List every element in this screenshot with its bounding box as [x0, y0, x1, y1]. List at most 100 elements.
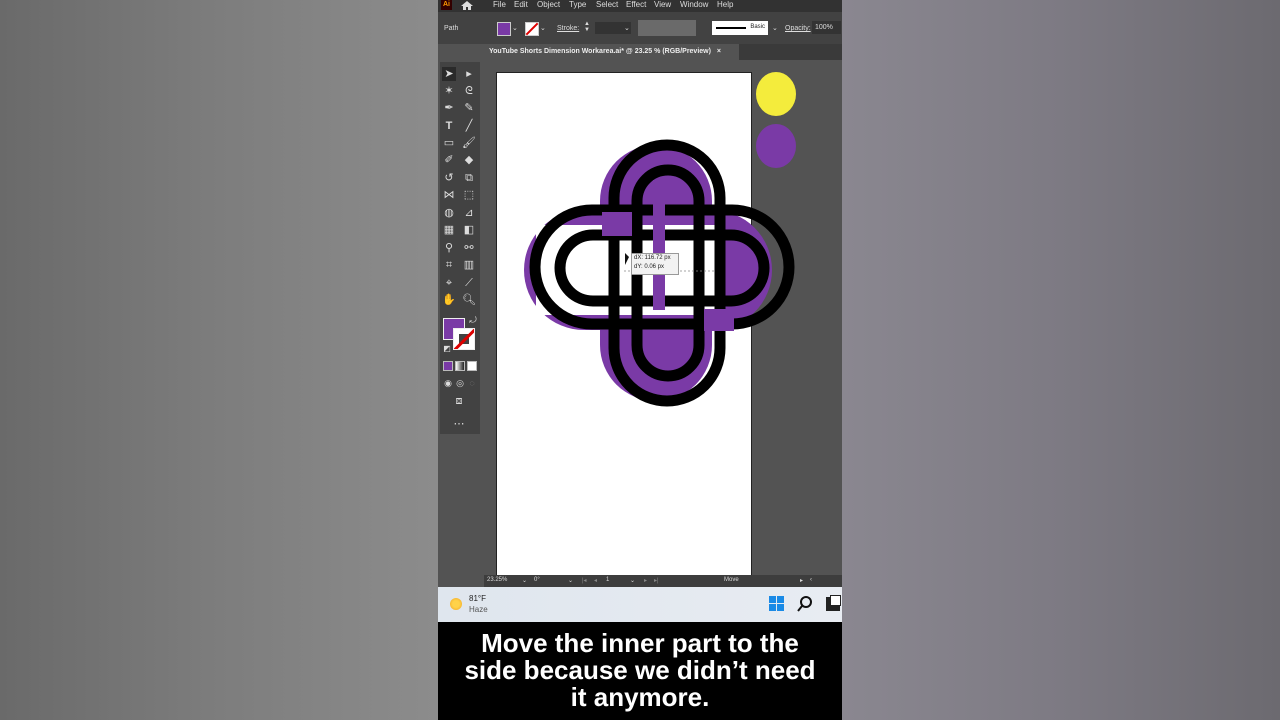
- opacity-label[interactable]: Opacity:: [785, 25, 811, 32]
- menu-select[interactable]: Select: [596, 0, 618, 10]
- menu-object[interactable]: Object: [537, 0, 560, 10]
- gradient-tool-icon[interactable]: ◧: [462, 223, 476, 237]
- home-icon[interactable]: [460, 0, 474, 11]
- menu-bar: Ai File Edit Object Type Select Effect V…: [438, 0, 842, 12]
- windows-start-icon[interactable]: [769, 596, 785, 612]
- rectangle-tool-icon[interactable]: ▭: [442, 136, 456, 150]
- shaper-tool-icon[interactable]: ✐: [442, 153, 456, 167]
- mesh-tool-icon[interactable]: ▦: [442, 223, 456, 237]
- first-artboard-icon[interactable]: |◂: [582, 577, 587, 584]
- illustrator-logo: Ai: [441, 0, 452, 10]
- menu-edit[interactable]: Edit: [514, 0, 528, 10]
- eraser-tool-icon[interactable]: ◆: [462, 153, 476, 167]
- pen-tool-icon[interactable]: ✒: [442, 101, 456, 115]
- menu-help[interactable]: Help: [717, 0, 733, 10]
- menu-effect[interactable]: Effect: [626, 0, 646, 10]
- artboard-tool-icon[interactable]: ⌖: [442, 276, 456, 290]
- menu-view[interactable]: View: [654, 0, 671, 10]
- draw-inside-icon[interactable]: ◌: [465, 376, 479, 390]
- document-tab[interactable]: YouTube Shorts Dimension Workarea.ai* @ …: [484, 44, 739, 60]
- tools-panel: ➤ ▸ ✶ ᘓ ✒ ✎ T ╱ ▭ 🖌 ✐ ◆ ↺ ⧉ ⋈ ⬚ ◍ ⊿ ▦ ◧ …: [438, 60, 484, 436]
- default-fill-stroke-icon[interactable]: ◩: [440, 342, 454, 356]
- selection-tool-icon[interactable]: ➤: [442, 67, 456, 81]
- chevron-down-icon[interactable]: ⌄: [772, 24, 778, 32]
- chevron-down-icon[interactable]: ⌄: [624, 24, 630, 32]
- rotate-tool-icon[interactable]: ↺: [442, 171, 456, 185]
- chevron-left-icon[interactable]: ‹: [810, 577, 812, 583]
- current-tool-label: Move: [724, 577, 739, 583]
- swap-fill-stroke-icon[interactable]: ⤾: [466, 313, 480, 327]
- caption-line-3: it anymore.: [570, 682, 710, 712]
- previous-artboard-icon[interactable]: ◂: [594, 577, 597, 584]
- line-segment-tool-icon[interactable]: ╱: [462, 119, 476, 133]
- gradient-mode-icon[interactable]: [455, 361, 465, 371]
- fill-color-swatch[interactable]: [497, 22, 511, 36]
- left-blurred-background: [0, 0, 438, 720]
- purple-strip-vertical[interactable]: [653, 180, 665, 310]
- opacity-field[interactable]: 100%: [812, 21, 841, 34]
- weather-condition[interactable]: Haze: [469, 605, 488, 614]
- chevron-down-icon[interactable]: ⌄: [540, 24, 546, 32]
- column-graph-tool-icon[interactable]: ▥: [462, 258, 476, 272]
- tooltip-dy: dY: 0.06 px: [634, 264, 665, 270]
- paintbrush-tool-icon[interactable]: 🖌: [462, 136, 476, 150]
- caption-line-2: side because we didn’t need: [464, 655, 816, 685]
- curvature-tool-icon[interactable]: ✎: [462, 101, 476, 115]
- scale-tool-icon[interactable]: ⧉: [462, 171, 476, 185]
- right-blurred-background: [842, 0, 1280, 720]
- chevron-down-icon[interactable]: ⌄: [568, 577, 573, 584]
- search-icon[interactable]: [797, 595, 813, 613]
- opacity-value: 100%: [815, 24, 833, 31]
- app-window: Ai File Edit Object Type Select Effect V…: [438, 0, 842, 720]
- color-mode-icon[interactable]: [443, 361, 453, 371]
- rotation-value[interactable]: 0°: [534, 577, 540, 583]
- stroke-color-swatch[interactable]: [525, 22, 539, 36]
- status-menu-icon[interactable]: ▸: [800, 577, 803, 584]
- chevron-down-icon[interactable]: ⌄: [522, 577, 527, 584]
- canvas-area[interactable]: dX: 116.72 px dY: 0.06 px: [484, 60, 842, 575]
- purple-circle[interactable]: [756, 124, 796, 168]
- width-tool-icon[interactable]: ⋈: [442, 188, 456, 202]
- free-transform-tool-icon[interactable]: ⬚: [462, 188, 476, 202]
- zoom-level[interactable]: 23.25%: [487, 577, 507, 583]
- hand-tool-icon[interactable]: ✋: [442, 293, 456, 307]
- edit-toolbar-icon[interactable]: ⋯: [452, 417, 466, 431]
- screen-mode-icon[interactable]: ⧈: [452, 394, 466, 408]
- mouse-cursor-icon: [625, 253, 629, 265]
- stroke-color-box[interactable]: [453, 328, 475, 350]
- weather-sun-icon[interactable]: [450, 598, 462, 610]
- eyedropper-tool-icon[interactable]: ⚲: [442, 241, 456, 255]
- menu-file[interactable]: File: [493, 0, 506, 10]
- stepper-icon[interactable]: ▲ ▼: [584, 21, 590, 33]
- stroke-label[interactable]: Stroke:: [557, 25, 579, 32]
- purple-strip-right[interactable]: [704, 309, 734, 331]
- zoom-tool-icon[interactable]: 🔍︎: [462, 293, 476, 307]
- slice-tool-icon[interactable]: ⟋: [462, 276, 476, 290]
- magic-wand-tool-icon[interactable]: ✶: [442, 84, 456, 98]
- type-tool-icon[interactable]: T: [442, 119, 456, 133]
- perspective-grid-tool-icon[interactable]: ⊿: [462, 206, 476, 220]
- blend-tool-icon[interactable]: ⚯: [462, 241, 476, 255]
- windows-taskbar: 81°F Haze: [438, 587, 842, 622]
- none-mode-icon[interactable]: [467, 361, 477, 371]
- menu-type[interactable]: Type: [569, 0, 586, 10]
- shape-builder-tool-icon[interactable]: ◍: [442, 206, 456, 220]
- lasso-tool-icon[interactable]: ᘓ: [462, 84, 476, 98]
- chevron-down-icon[interactable]: ⌄: [512, 24, 518, 32]
- document-tab-bar: YouTube Shorts Dimension Workarea.ai* @ …: [484, 44, 842, 60]
- menu-window[interactable]: Window: [680, 0, 708, 10]
- chevron-down-icon[interactable]: ⌄: [630, 577, 635, 584]
- task-view-icon[interactable]: [826, 595, 841, 611]
- last-artboard-icon[interactable]: ▸|: [654, 577, 659, 584]
- brush-definition-dropdown[interactable]: Basic: [712, 21, 768, 35]
- variable-width-profile[interactable]: [638, 20, 696, 36]
- next-artboard-icon[interactable]: ▸: [644, 577, 647, 584]
- move-measure-tooltip: dX: 116.72 px dY: 0.06 px: [631, 253, 679, 275]
- yellow-circle[interactable]: [756, 72, 796, 116]
- close-icon[interactable]: ×: [717, 48, 721, 55]
- direct-selection-tool-icon[interactable]: ▸: [462, 67, 476, 81]
- purple-strip-left[interactable]: [602, 212, 632, 236]
- symbol-sprayer-tool-icon[interactable]: ⌗: [442, 258, 456, 272]
- weather-temperature[interactable]: 81°F: [469, 594, 486, 603]
- artboard-number[interactable]: 1: [606, 577, 609, 583]
